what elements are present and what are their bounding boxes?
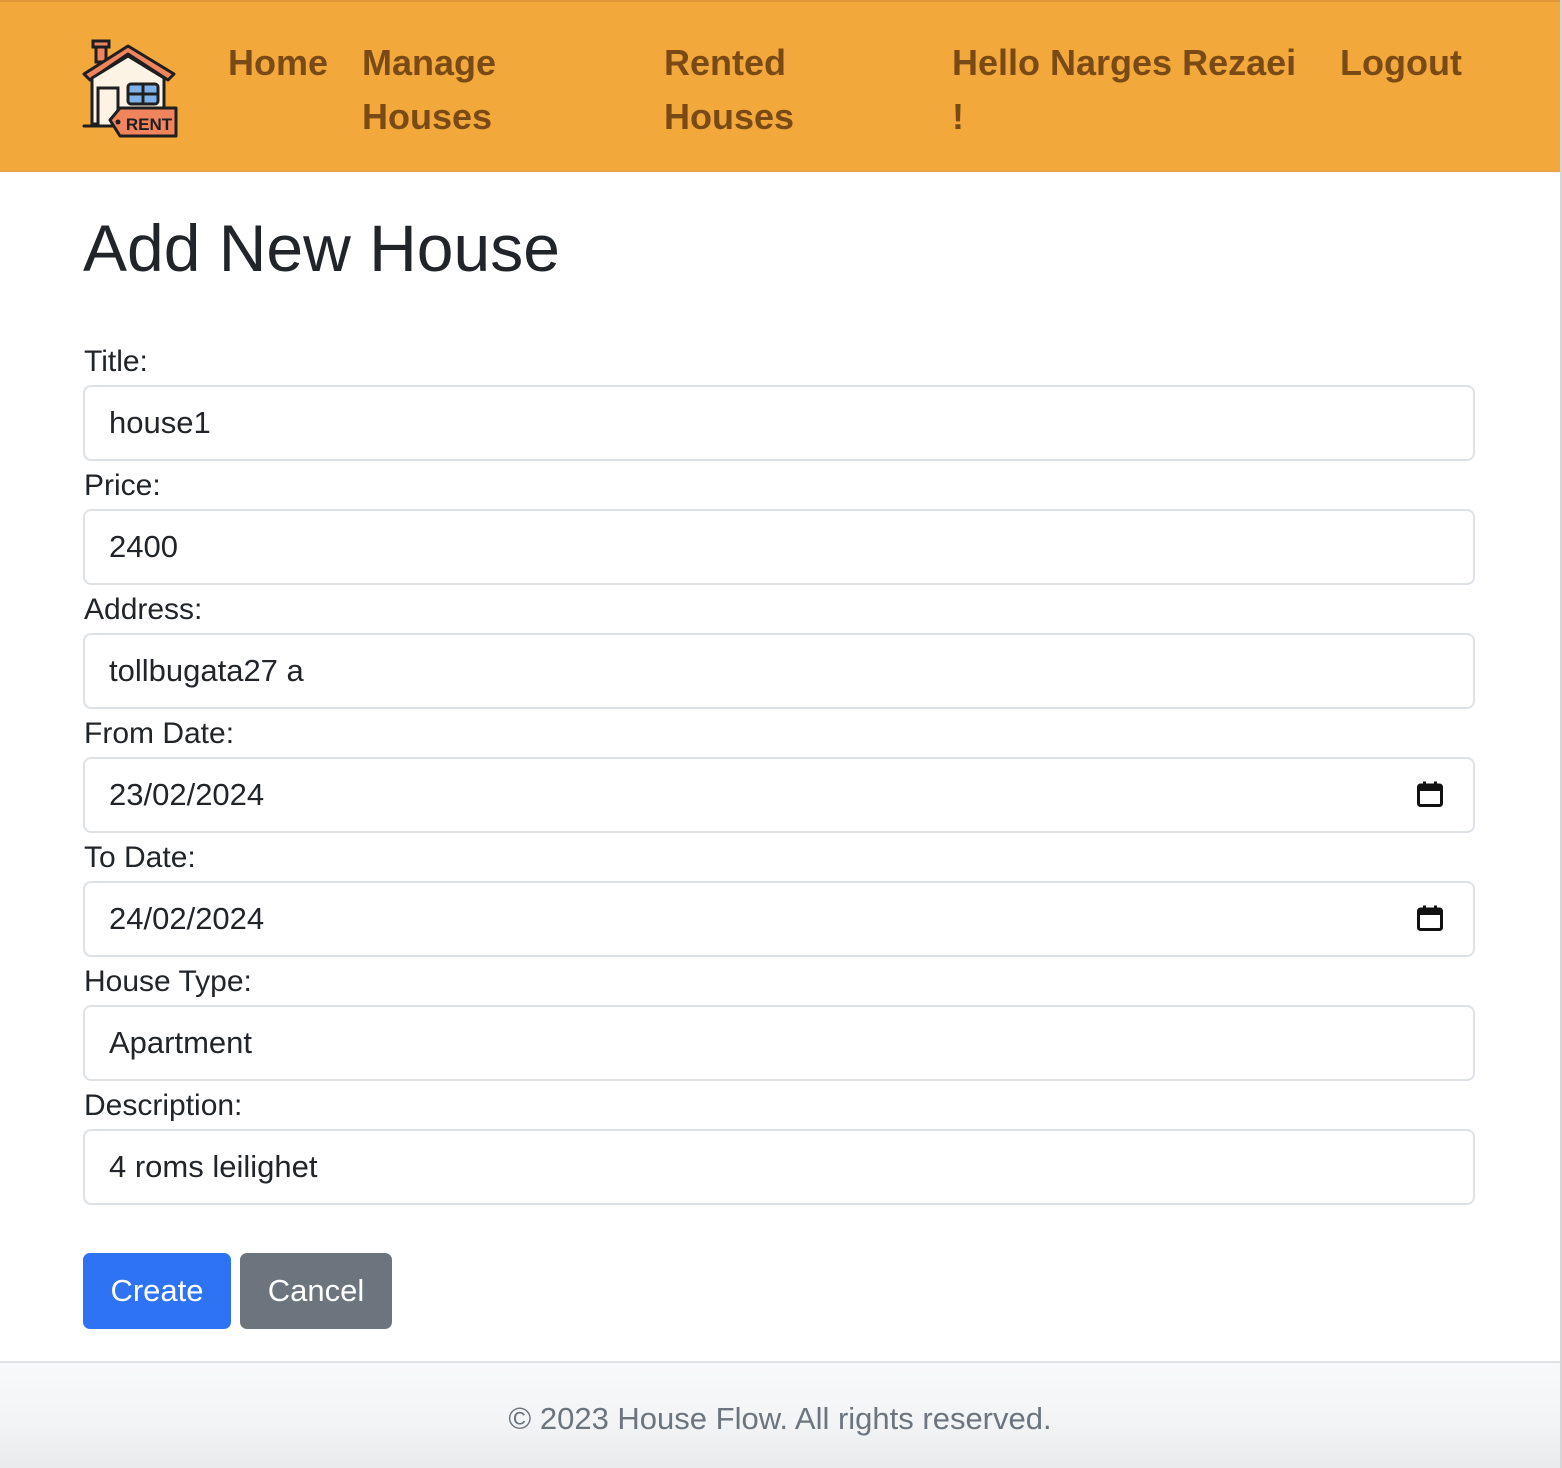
description-label: Description: xyxy=(84,1089,243,1122)
brand-logo[interactable]: RENT xyxy=(80,38,182,142)
page-footer: © 2023 House Flow. All rights reserved. xyxy=(0,1361,1560,1468)
address-label: Address: xyxy=(84,593,203,626)
to-date-input[interactable] xyxy=(83,881,1475,957)
from-date-input[interactable] xyxy=(83,757,1475,833)
title-label: Title: xyxy=(84,345,148,378)
from-date-label: From Date: xyxy=(84,717,235,750)
to-date-field xyxy=(83,881,1475,957)
cancel-button[interactable]: Cancel xyxy=(240,1253,392,1329)
calendar-icon[interactable] xyxy=(1417,781,1443,807)
page: RENT Home Manage Houses Rented Houses He… xyxy=(0,0,1562,1468)
house-rent-logo-icon: RENT xyxy=(82,39,178,138)
copyright-text: © 2023 House Flow. All rights reserved. xyxy=(508,1401,1052,1436)
logo-text: RENT xyxy=(126,115,173,134)
house-type-input[interactable] xyxy=(83,1005,1475,1081)
to-date-label: To Date: xyxy=(84,841,196,874)
from-date-field xyxy=(83,757,1475,833)
description-input[interactable] xyxy=(83,1129,1475,1205)
price-input[interactable] xyxy=(83,509,1475,585)
create-button[interactable]: Create xyxy=(83,1253,231,1329)
title-input[interactable] xyxy=(83,385,1475,461)
nav-link-home[interactable]: Home xyxy=(228,36,328,90)
logout-link[interactable]: Logout xyxy=(1340,36,1462,90)
user-greeting: Hello Narges Rezaei ! xyxy=(952,42,1297,137)
top-navbar: RENT Home Manage Houses Rented Houses He… xyxy=(0,0,1560,172)
price-label: Price: xyxy=(84,469,161,502)
address-input[interactable] xyxy=(83,633,1475,709)
nav-link-rented-houses[interactable]: Rented Houses xyxy=(664,36,824,144)
house-type-label: House Type: xyxy=(84,965,252,998)
nav-link-manage-houses[interactable]: Manage Houses xyxy=(362,36,532,144)
page-title: Add New House xyxy=(83,211,560,285)
calendar-icon[interactable] xyxy=(1417,905,1443,931)
